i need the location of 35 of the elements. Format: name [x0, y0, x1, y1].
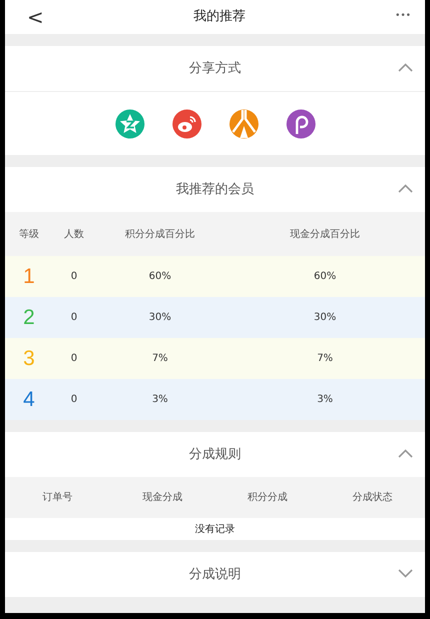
column-header: 积分分成百分比: [124, 228, 196, 242]
column-header: 等级: [18, 228, 40, 242]
column-header: 人数: [63, 228, 85, 242]
column-header: 现金分成: [142, 490, 184, 505]
table-cell-text: 0: [70, 352, 78, 366]
level-number: 2: [22, 304, 36, 331]
table-cell-text: 7%: [151, 352, 169, 366]
table-cell-text: 7%: [316, 352, 334, 366]
table-cell-text: 30%: [148, 311, 172, 325]
back-button[interactable]: <: [27, 7, 44, 27]
person-icon[interactable]: [228, 108, 258, 138]
more-button[interactable]: •••: [395, 10, 411, 24]
chevron-up-icon: [398, 184, 413, 193]
table-cell-text: 3%: [316, 393, 334, 407]
chevron-up-icon: [398, 63, 413, 72]
table-cell-text: 0: [70, 270, 78, 284]
chevron-up-icon: [398, 449, 413, 458]
table-cell-text: 0: [70, 393, 78, 407]
table-cell-text: 60%: [148, 270, 172, 284]
chevron-down-icon: [398, 569, 413, 578]
empty-message: 没有记录: [194, 522, 236, 536]
table-cell-text: 60%: [312, 270, 338, 284]
letter-p-icon[interactable]: [286, 108, 316, 138]
column-header: 积分分成: [246, 490, 288, 505]
column-header: 分成状态: [352, 490, 394, 505]
eye-icon[interactable]: [172, 108, 202, 138]
page-title: 我的推荐: [193, 8, 246, 26]
table-cell-text: 30%: [312, 311, 338, 325]
level-number: 1: [22, 264, 36, 290]
table-cell-text: 3%: [151, 393, 169, 407]
column-header: 现金分成百分比: [289, 228, 361, 242]
table-cell-text: 0: [70, 311, 78, 325]
level-number: 3: [22, 346, 36, 372]
column-header: 订单号: [42, 490, 74, 505]
level-number: 4: [22, 386, 36, 413]
